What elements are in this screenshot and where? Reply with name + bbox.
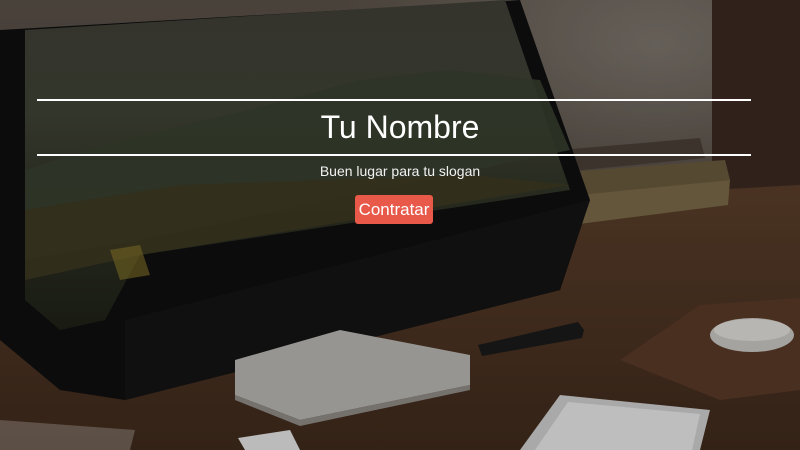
title-bottom-rule bbox=[37, 154, 751, 156]
slogan-text: Buen lugar para tu slogan bbox=[319, 163, 481, 179]
hero-section: Tu Nombre Buen lugar para tu slogan Cont… bbox=[0, 0, 800, 450]
hire-button[interactable]: Contratar bbox=[355, 195, 433, 224]
title-top-rule bbox=[37, 99, 751, 101]
page-title: Tu Nombre bbox=[320, 109, 480, 145]
hero-content: Tu Nombre Buen lugar para tu slogan Cont… bbox=[0, 0, 800, 450]
